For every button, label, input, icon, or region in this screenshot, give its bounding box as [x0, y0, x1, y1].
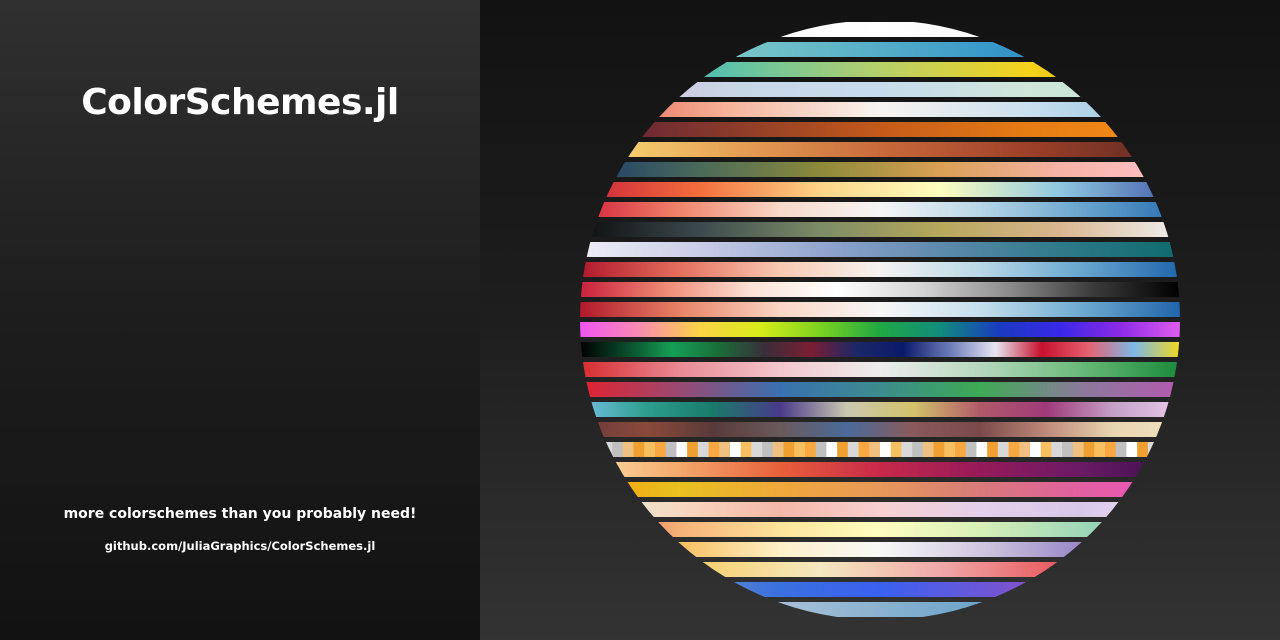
colorscheme-segment [1040, 442, 1052, 457]
colorscheme-segment [847, 442, 860, 457]
colorscheme-segment [890, 442, 902, 457]
colorscheme-segment [912, 442, 924, 457]
colorscheme-segment [1147, 442, 1160, 457]
colorscheme-segment [805, 442, 817, 457]
colorscheme-segment [580, 442, 592, 457]
colorscheme-segment [901, 442, 913, 457]
colorscheme-segment [997, 442, 1010, 457]
colorscheme-segment [601, 442, 613, 457]
colorscheme-band [580, 142, 1180, 157]
colorscheme-band [580, 122, 1180, 137]
colorscheme-segment [719, 442, 731, 457]
colorscheme-segment [1083, 442, 1095, 457]
right-panel [480, 0, 1280, 640]
colorscheme-segment [1094, 442, 1106, 457]
colorscheme-band [580, 202, 1180, 217]
colorscheme-segment [1008, 442, 1020, 457]
colorscheme-band [580, 622, 1180, 637]
colorscheme-segment [655, 442, 667, 457]
colorscheme-segment [762, 442, 774, 457]
colorscheme-segment [965, 442, 977, 457]
colorscheme-segment [955, 442, 967, 457]
colorscheme-band [580, 462, 1180, 477]
colorscheme-band [580, 522, 1180, 537]
page-root: ColorSchemes.jl more colorschemes than y… [0, 0, 1280, 640]
tagline: more colorschemes than you probably need… [63, 506, 417, 522]
colorscheme-segment [858, 442, 870, 457]
colorscheme-band [580, 602, 1180, 617]
colorscheme-band [580, 442, 1180, 457]
colorscheme-band [580, 382, 1180, 397]
colorscheme-band [580, 62, 1180, 77]
colorscheme-segment [730, 442, 742, 457]
colorscheme-segment [1019, 442, 1031, 457]
colorscheme-segment [987, 442, 999, 457]
colorscheme-band [580, 582, 1180, 597]
colorscheme-segment [922, 442, 935, 457]
colorscheme-band [580, 302, 1180, 317]
colorscheme-segment [1115, 442, 1127, 457]
colorscheme-segment [740, 442, 752, 457]
colorscheme-band [580, 542, 1180, 557]
colorscheme-segment [1137, 442, 1149, 457]
repository-url: github.com/JuliaGraphics/ColorSchemes.jl [104, 539, 376, 553]
colorscheme-band [580, 342, 1180, 357]
colorscheme-segment [622, 442, 635, 457]
colorscheme-segment [676, 442, 688, 457]
colorscheme-segment [783, 442, 795, 457]
colorscheme-band [580, 282, 1180, 297]
colorscheme-segment [1169, 442, 1180, 457]
colorscheme-segment [687, 442, 699, 457]
left-panel: ColorSchemes.jl more colorschemes than y… [0, 0, 480, 640]
colorscheme-segment [976, 442, 988, 457]
colorscheme-segment [633, 442, 645, 457]
colorscheme-band [580, 562, 1180, 577]
colorscheme-segment [644, 442, 656, 457]
colorscheme-segment [1126, 442, 1138, 457]
colorscheme-segment [1062, 442, 1074, 457]
colorscheme-segment [815, 442, 827, 457]
colorscheme-band [580, 22, 1180, 37]
colorscheme-segment [880, 442, 892, 457]
colorscheme-band [580, 362, 1180, 377]
colorscheme-band [580, 242, 1180, 257]
colorscheme-segment [1072, 442, 1085, 457]
colorscheme-band [580, 262, 1180, 277]
colorscheme-band [580, 322, 1180, 337]
colorscheme-segment [869, 442, 881, 457]
colorscheme-segment [933, 442, 945, 457]
page-title: ColorSchemes.jl [81, 82, 399, 123]
colorscheme-band [580, 82, 1180, 97]
colorscheme-segment [837, 442, 849, 457]
colorscheme-segment [590, 442, 602, 457]
colorscheme-band [580, 182, 1180, 197]
colorscheme-band [580, 222, 1180, 237]
colorscheme-band [580, 502, 1180, 517]
colorscheme-segment [1158, 442, 1170, 457]
colorscheme-segment [772, 442, 785, 457]
colorscheme-segment [944, 442, 956, 457]
colorscheme-segment [826, 442, 838, 457]
colorscheme-segment [708, 442, 720, 457]
colorscheme-band [580, 102, 1180, 117]
colorscheme-segment [697, 442, 710, 457]
colorscheme-segment [1030, 442, 1042, 457]
colorscheme-segment [1105, 442, 1117, 457]
colorscheme-band [580, 42, 1180, 57]
colorscheme-segment [665, 442, 677, 457]
colorscheme-band [580, 402, 1180, 417]
colorscheme-segment [1051, 442, 1063, 457]
colorscheme-band [580, 482, 1180, 497]
colorscheme-segment [794, 442, 806, 457]
colorscheme-band [580, 422, 1180, 437]
colorscheme-segment [751, 442, 763, 457]
colorscheme-disc [580, 22, 1180, 637]
colorscheme-band [580, 162, 1180, 177]
colorscheme-segment [612, 442, 624, 457]
